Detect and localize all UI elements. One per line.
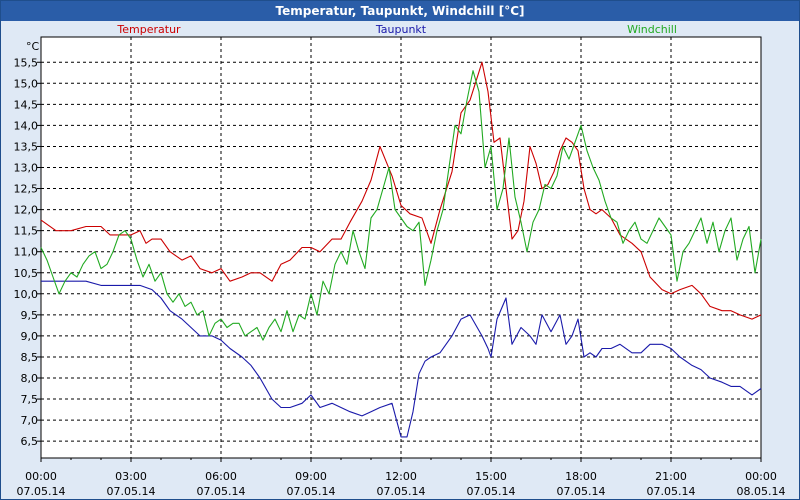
x-tick-time: 18:00 — [565, 470, 597, 483]
x-tick-time: 03:00 — [115, 470, 147, 483]
y-tick-label: 13,0 — [14, 162, 39, 175]
y-tick-label: 12,0 — [14, 204, 39, 217]
chart-window: Temperatur, Taupunkt, Windchill [°C] 6,5… — [0, 0, 800, 500]
x-tick-time: 00:00 — [25, 470, 57, 483]
y-tick-label: 9,5 — [21, 309, 39, 322]
y-axis-unit: °C — [26, 40, 40, 53]
y-tick-label: 9,0 — [21, 330, 39, 343]
x-tick-date: 07.05.14 — [557, 485, 606, 498]
y-tick-label: 10,5 — [14, 267, 39, 280]
legend-taupunkt: Taupunkt — [375, 23, 427, 36]
x-tick-time: 06:00 — [205, 470, 237, 483]
x-tick-date: 07.05.14 — [647, 485, 696, 498]
y-tick-label: 7,0 — [21, 414, 39, 427]
line-chart: 6,5 7,0 7,5 8,0 8,5 9,0 9,5 10,0 10,5 11,0 11,5 12,… — [14, 23, 786, 498]
y-tick-label: 8,5 — [21, 351, 39, 364]
y-tick-label: 13,5 — [14, 140, 39, 153]
x-tick-time: 15:00 — [475, 470, 507, 483]
y-tick-label: 14,0 — [14, 119, 39, 132]
x-tick-date: 07.05.14 — [17, 485, 66, 498]
y-tick-label: 8,0 — [21, 372, 39, 385]
y-tick-label: 12,5 — [14, 183, 39, 196]
y-tick-label: 10,0 — [14, 288, 39, 301]
y-tick-label: 15,0 — [14, 77, 39, 90]
y-tick-label: 11,0 — [14, 246, 39, 259]
x-tick-date: 08.05.14 — [737, 485, 786, 498]
legend-temperatur: Temperatur — [116, 23, 181, 36]
x-tick-time: 12:00 — [385, 470, 417, 483]
y-tick-label: 11,5 — [14, 225, 39, 238]
x-tick-time: 21:00 — [655, 470, 687, 483]
x-tick-date: 07.05.14 — [287, 485, 336, 498]
x-tick-time: 00:00 — [745, 470, 777, 483]
x-tick-date: 07.05.14 — [107, 485, 156, 498]
x-tick-date: 07.05.14 — [377, 485, 426, 498]
legend-windchill: Windchill — [627, 23, 677, 36]
y-tick-label: 6,5 — [21, 435, 39, 448]
x-tick-date: 07.05.14 — [467, 485, 516, 498]
x-tick-time: 09:00 — [295, 470, 327, 483]
x-tick-date: 07.05.14 — [197, 485, 246, 498]
y-tick-label: 7,5 — [21, 393, 39, 406]
y-tick-label: 15,5 — [14, 56, 39, 69]
y-tick-label: 14,5 — [14, 98, 39, 111]
